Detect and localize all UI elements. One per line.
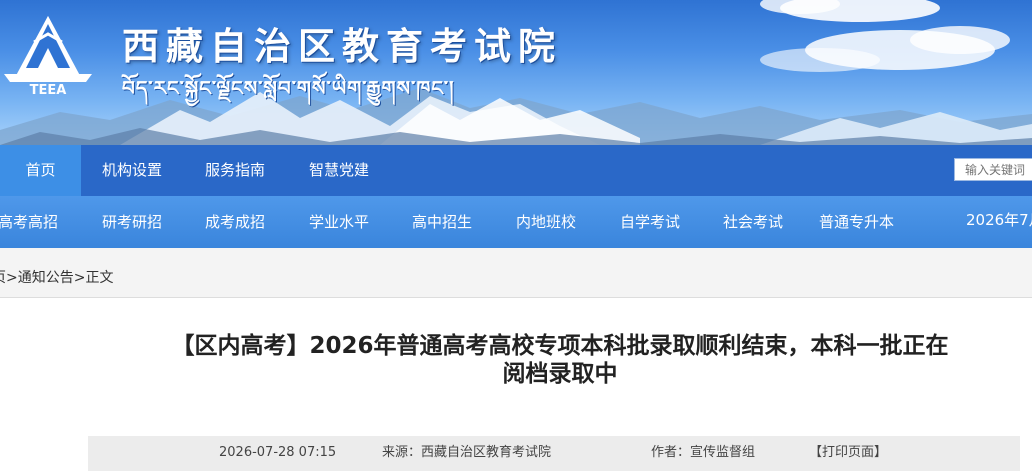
- current-date: 2026年7月: [966, 211, 1032, 229]
- breadcrumb-bar: 页>通知公告>正文: [0, 248, 1032, 298]
- subnav-item-inland-class[interactable]: 内地班校: [516, 196, 576, 248]
- breadcrumb-separator: >: [6, 270, 18, 286]
- nav-item-party-building[interactable]: 智慧党建: [309, 145, 369, 196]
- site-subtitle-tibetan: བོད་རང་སྐྱོང་ལྗོངས་སློབ་གསོ་ཡིག་རྒྱུགས་ཁ…: [122, 76, 455, 100]
- logo-text: TEEA: [30, 83, 67, 98]
- article-source: 来源：西藏自治区教育考试院: [382, 445, 552, 460]
- breadcrumb-separator: >: [73, 270, 86, 286]
- subnav-item-high-school[interactable]: 高中招生: [412, 196, 472, 248]
- teea-logo[interactable]: TEEA: [0, 12, 100, 102]
- nav-item-service-guide[interactable]: 服务指南: [205, 145, 265, 196]
- subnav-item-academic-level[interactable]: 学业水平: [309, 196, 369, 248]
- search-input[interactable]: [954, 158, 1032, 181]
- main-nav: 首页 机构设置 服务指南 智慧党建: [0, 145, 1032, 196]
- subnav-item-upgrade[interactable]: 普通专升本: [819, 196, 894, 248]
- subnav-item-social-exam[interactable]: 社会考试: [723, 196, 783, 248]
- publish-date: 2026-07-28 07:15: [219, 445, 337, 460]
- nav-item-home[interactable]: 首页: [0, 145, 81, 196]
- site-title: 西藏自治区教育考试院: [122, 24, 562, 68]
- breadcrumb: 页>通知公告>正文: [0, 248, 113, 298]
- article-title-line2: 阅档录取中: [502, 361, 618, 387]
- article-author: 作者：宣传监督组: [651, 445, 756, 460]
- article-title-line1: 【区内高考】2026年普通高考高校专项本科批录取顺利结束，本科一批正在: [171, 333, 949, 359]
- subnav-item-gaokao[interactable]: 高考高招: [0, 196, 58, 248]
- site-banner: TEEA 西藏自治区教育考试院 བོད་རང་སྐྱོང་ལྗོངས་སློབ་…: [0, 0, 1032, 145]
- article-title: 【区内高考】2026年普通高考高校专项本科批录取顺利结束，本科一批正在 阅档录取…: [100, 332, 1020, 388]
- sub-nav: 高考高招 研考研招 成考成招 学业水平 高中招生 内地班校 自学考试 社会考试 …: [0, 196, 1032, 248]
- breadcrumb-notices[interactable]: 通知公告: [18, 270, 74, 286]
- subnav-item-self-study[interactable]: 自学考试: [620, 196, 680, 248]
- article-meta: 2026-07-28 07:15 来源：西藏自治区教育考试院 作者：宣传监督组 …: [88, 436, 1020, 471]
- nav-item-organization[interactable]: 机构设置: [102, 145, 162, 196]
- breadcrumb-current: 正文: [85, 270, 114, 286]
- subnav-item-graduate-exam[interactable]: 研考研招: [102, 196, 162, 248]
- subnav-item-adult-exam[interactable]: 成考成招: [205, 196, 265, 248]
- print-page-link[interactable]: 【打印页面】: [809, 436, 887, 470]
